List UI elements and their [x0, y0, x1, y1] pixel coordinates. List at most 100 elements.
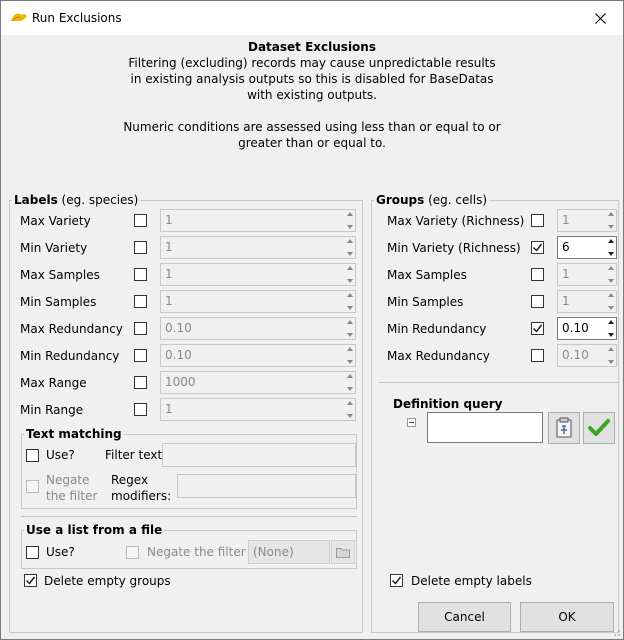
labels-row-checkbox[interactable]: [134, 349, 147, 362]
list-file-use-checkbox[interactable]: [26, 546, 39, 559]
labels-row-spinner[interactable]: 1: [160, 209, 356, 232]
spin-up-icon[interactable]: [608, 320, 614, 324]
resize-grip-icon[interactable]: [611, 627, 621, 637]
delete-empty-labels-label: Delete empty labels: [411, 574, 532, 588]
labels-row-label: Min Range: [20, 403, 84, 417]
labels-row-spinner[interactable]: 1: [160, 236, 356, 259]
labels-row-checkbox[interactable]: [134, 295, 147, 308]
spin-up-icon[interactable]: [347, 347, 353, 351]
definition-query-input[interactable]: [427, 412, 543, 443]
delete-empty-labels-checkbox[interactable]: [390, 574, 403, 587]
labels-row-checkbox[interactable]: [134, 322, 147, 335]
groups-row-spinner[interactable]: 1: [557, 263, 617, 286]
checkmark-icon: [25, 576, 36, 585]
spin-down-icon[interactable]: [347, 414, 353, 418]
folder-icon: [336, 547, 350, 558]
labels-row-spinner[interactable]: 0.10: [160, 344, 356, 367]
groups-row-checkbox[interactable]: [531, 295, 544, 308]
spin-down-icon[interactable]: [608, 279, 614, 283]
groups-row-spinner[interactable]: 1: [557, 290, 617, 313]
text-matching-legend: Text matching: [26, 427, 122, 441]
spin-up-icon[interactable]: [347, 293, 353, 297]
spin-down-icon[interactable]: [347, 387, 353, 391]
labels-row-label: Max Redundancy: [20, 322, 123, 336]
groups-row-checkbox[interactable]: [531, 241, 544, 254]
groups-row-label: Max Samples: [387, 268, 467, 282]
labels-row-label: Min Redundancy: [20, 349, 120, 363]
labels-row-checkbox[interactable]: [134, 403, 147, 416]
groups-row-checkbox[interactable]: [531, 349, 544, 362]
text-match-use-checkbox[interactable]: [26, 449, 39, 462]
labels-row-checkbox[interactable]: [134, 241, 147, 254]
labels-row-label: Min Variety: [20, 241, 88, 255]
close-button[interactable]: [577, 1, 623, 35]
window-title: Run Exclusions: [32, 11, 122, 25]
spin-down-icon[interactable]: [347, 306, 353, 310]
spin-up-icon[interactable]: [608, 212, 614, 216]
collapse-toggle-icon[interactable]: [407, 418, 416, 427]
ok-button[interactable]: OK: [520, 602, 614, 632]
run-exclusions-dialog: Run Exclusions Dataset Exclusions Filter…: [0, 0, 624, 640]
labels-row-checkbox[interactable]: [134, 214, 147, 227]
labels-row-spinner[interactable]: 1000: [160, 371, 356, 394]
groups-row-label: Max Redundancy: [387, 349, 490, 363]
spin-down-icon[interactable]: [347, 225, 353, 229]
spin-down-icon[interactable]: [608, 306, 614, 310]
groups-row-spinner[interactable]: 0.10: [557, 317, 617, 340]
spin-down-icon[interactable]: [347, 333, 353, 337]
spin-up-icon[interactable]: [347, 212, 353, 216]
filter-text-label: Filter text:: [105, 448, 167, 462]
text-match-use-label: Use?: [46, 448, 75, 462]
cancel-button[interactable]: Cancel: [418, 602, 511, 632]
spin-down-icon[interactable]: [347, 279, 353, 283]
spin-down-icon[interactable]: [347, 252, 353, 256]
groups-row-spinner[interactable]: 1: [557, 209, 617, 232]
list-file-negate-checkbox[interactable]: [126, 546, 139, 559]
spin-down-icon[interactable]: [347, 360, 353, 364]
spin-up-icon[interactable]: [347, 401, 353, 405]
labels-row-spinner[interactable]: 1: [160, 398, 356, 421]
groups-row-checkbox[interactable]: [531, 322, 544, 335]
spin-up-icon[interactable]: [608, 293, 614, 297]
spin-down-icon[interactable]: [608, 333, 614, 337]
spin-down-icon[interactable]: [608, 252, 614, 256]
header-line: Numeric conditions are assessed using le…: [123, 120, 501, 134]
list-file-select[interactable]: (None): [248, 540, 330, 564]
spin-up-icon[interactable]: [347, 374, 353, 378]
negate-filter-label: Negate the filter: [46, 473, 98, 503]
spin-up-icon[interactable]: [608, 347, 614, 351]
labels-row-spinner[interactable]: 1: [160, 263, 356, 286]
groups-row-checkbox[interactable]: [531, 214, 544, 227]
spin-up-icon[interactable]: [608, 266, 614, 270]
query-editor-button[interactable]: [548, 412, 580, 444]
spin-up-icon[interactable]: [608, 239, 614, 243]
filter-text-input[interactable]: [162, 443, 356, 467]
regex-modifiers-input[interactable]: [177, 474, 356, 498]
groups-row-spinner[interactable]: 0.10: [557, 344, 617, 367]
apply-query-button[interactable]: [583, 412, 615, 444]
groups-row-label: Min Samples: [387, 295, 464, 309]
labels-row-spinner[interactable]: 1: [160, 290, 356, 313]
dialog-header: Dataset Exclusions Filtering (excluding)…: [1, 39, 623, 151]
checkmark-icon: [532, 324, 543, 333]
definition-query-label: Definition query: [393, 397, 503, 411]
negate-filter-checkbox[interactable]: [26, 480, 39, 493]
spin-down-icon[interactable]: [608, 360, 614, 364]
delete-empty-groups-checkbox[interactable]: [24, 574, 37, 587]
groups-row-spinner[interactable]: 6: [557, 236, 617, 259]
spin-up-icon[interactable]: [347, 239, 353, 243]
browse-file-button[interactable]: [331, 540, 355, 564]
spin-up-icon[interactable]: [347, 266, 353, 270]
header-title: Dataset Exclusions: [248, 40, 376, 54]
regex-modifiers-label: Regex modifiers:: [111, 473, 172, 503]
checkmark-icon: [391, 576, 402, 585]
labels-row-label: Max Variety: [20, 214, 91, 228]
labels-legend: Labels (eg. species): [14, 193, 139, 207]
spin-up-icon[interactable]: [347, 320, 353, 324]
groups-row-checkbox[interactable]: [531, 268, 544, 281]
labels-row-checkbox[interactable]: [134, 268, 147, 281]
labels-row-spinner[interactable]: 0.10: [160, 317, 356, 340]
spin-down-icon[interactable]: [608, 225, 614, 229]
title-bar: Run Exclusions: [1, 1, 623, 35]
labels-row-checkbox[interactable]: [134, 376, 147, 389]
